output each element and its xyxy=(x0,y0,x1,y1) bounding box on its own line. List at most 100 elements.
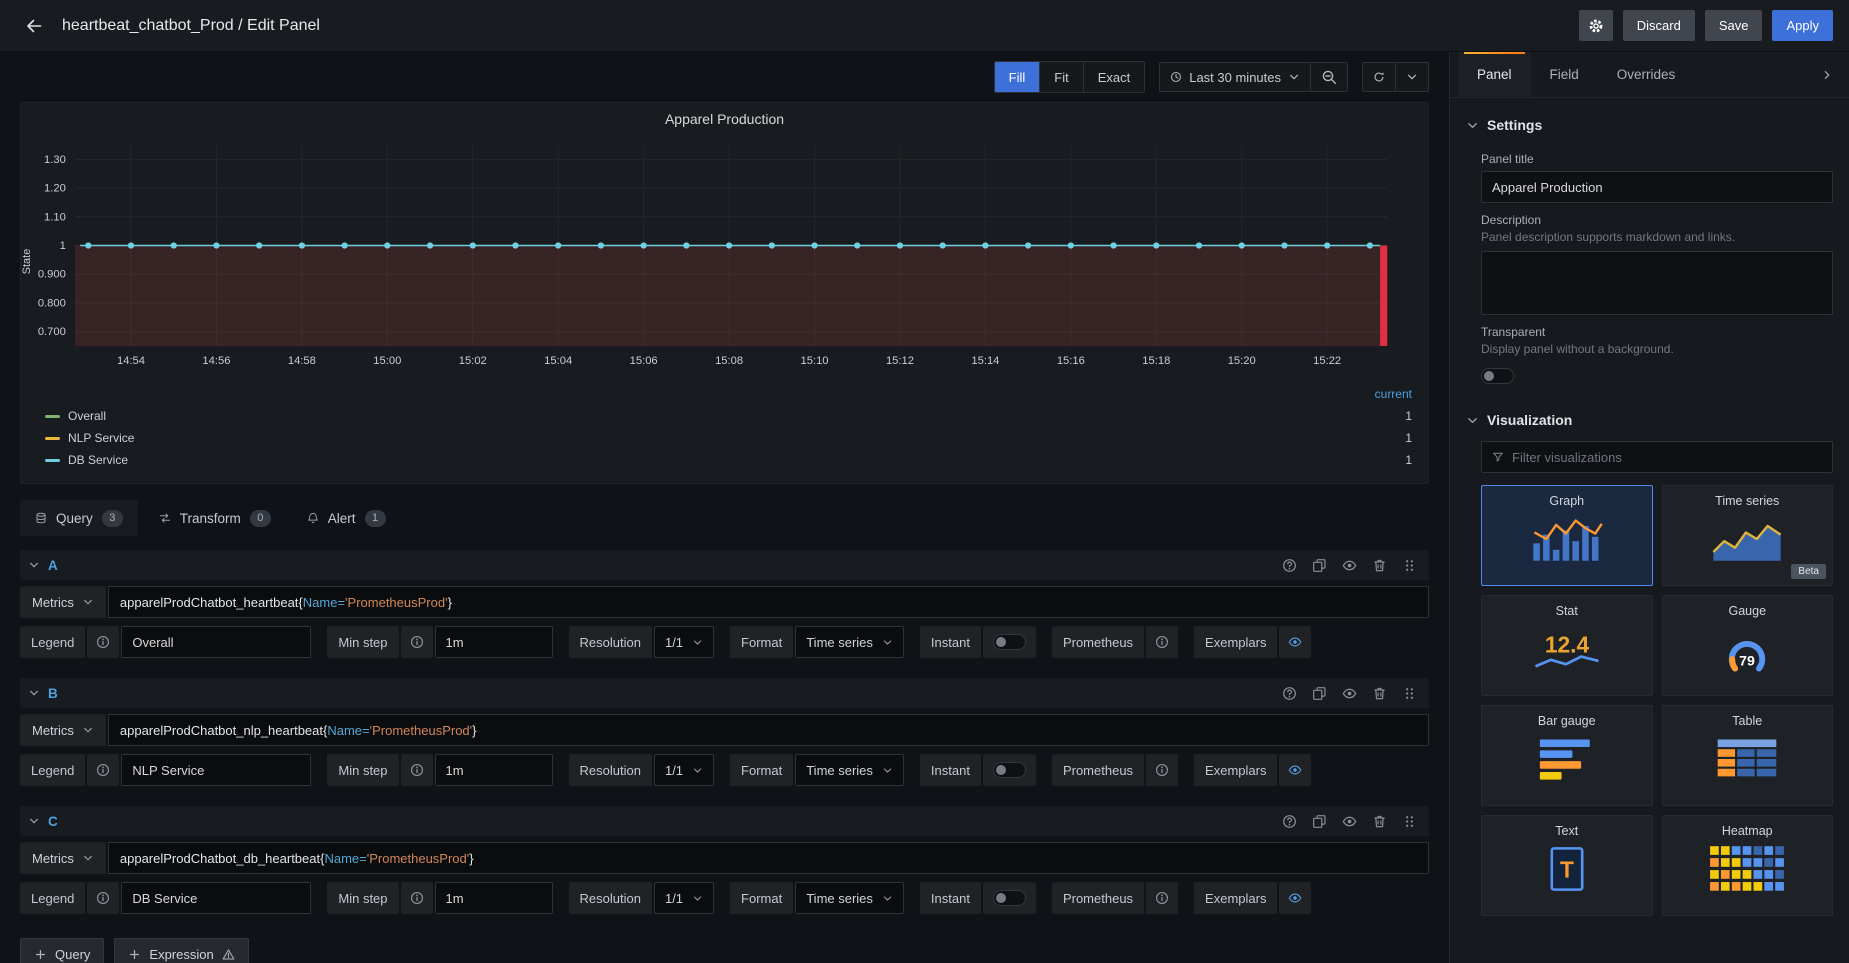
legend-current-header[interactable]: current xyxy=(45,385,1414,405)
collapse-pane-button[interactable] xyxy=(1813,61,1841,89)
query-header[interactable]: C xyxy=(20,806,1429,836)
viz-card-graph[interactable]: Graph xyxy=(1481,485,1653,586)
datasource-info[interactable] xyxy=(1146,754,1178,786)
datasource-info[interactable] xyxy=(1146,882,1178,914)
settings-section-header[interactable]: Settings xyxy=(1466,108,1833,142)
query-header[interactable]: B xyxy=(20,678,1429,708)
legend-item-nlp-service[interactable]: NLP Service 1 xyxy=(45,427,1414,449)
format-label: Format xyxy=(730,626,793,658)
instant-toggle[interactable] xyxy=(993,634,1026,650)
metrics-dropdown[interactable]: Metrics xyxy=(20,586,106,618)
description-textarea[interactable] xyxy=(1481,251,1833,315)
min-step-input[interactable] xyxy=(435,754,553,786)
delete-query-icon[interactable] xyxy=(1372,686,1387,701)
panel-title[interactable]: Apparel Production xyxy=(21,103,1428,135)
tab-transform[interactable]: Transform 0 xyxy=(144,500,286,536)
fit-button[interactable]: Fit xyxy=(1039,62,1082,92)
help-icon[interactable] xyxy=(1282,558,1297,573)
panel-settings-button[interactable] xyxy=(1579,10,1613,41)
fill-button[interactable]: Fill xyxy=(995,62,1040,92)
min-step-input[interactable] xyxy=(435,882,553,914)
legend-item-overall[interactable]: Overall 1 xyxy=(45,405,1414,427)
legend-input[interactable] xyxy=(121,882,311,914)
exact-button[interactable]: Exact xyxy=(1083,62,1145,92)
svg-text:15:22: 15:22 xyxy=(1313,355,1341,367)
refresh-button[interactable] xyxy=(1362,62,1396,92)
promql-input[interactable]: apparelProdChatbot_heartbeat{Name='Prome… xyxy=(108,586,1429,618)
viz-card-heatmap[interactable]: Heatmap xyxy=(1662,815,1834,916)
apply-button[interactable]: Apply xyxy=(1772,10,1833,41)
min-step-info[interactable] xyxy=(401,626,433,658)
zoom-out-button[interactable] xyxy=(1311,62,1348,92)
viz-card-gauge[interactable]: Gauge 79 xyxy=(1662,595,1834,696)
back-button[interactable] xyxy=(16,8,52,44)
timeseries-chart[interactable]: 1.301.201.1010.9000.8000.70014:5414:5614… xyxy=(21,135,1428,385)
format-select[interactable]: Time series xyxy=(795,754,904,786)
time-range-picker[interactable]: Last 30 minutes xyxy=(1159,62,1311,92)
exemplars-visibility-toggle[interactable] xyxy=(1279,882,1311,914)
discard-button[interactable]: Discard xyxy=(1623,10,1695,41)
instant-label: Instant xyxy=(920,626,981,658)
toggle-visibility-icon[interactable] xyxy=(1342,686,1357,701)
transform-icon xyxy=(159,512,171,524)
format-select[interactable]: Time series xyxy=(795,882,904,914)
viz-card-stat[interactable]: Stat 12.4 xyxy=(1481,595,1653,696)
refresh-interval-dropdown[interactable] xyxy=(1396,62,1429,92)
help-icon[interactable] xyxy=(1282,686,1297,701)
legend-input[interactable] xyxy=(121,626,311,658)
drag-handle-icon[interactable] xyxy=(1402,814,1417,829)
promql-input[interactable]: apparelProdChatbot_db_heartbeat{Name='Pr… xyxy=(108,842,1429,874)
transparent-toggle[interactable] xyxy=(1481,368,1514,384)
delete-query-icon[interactable] xyxy=(1372,814,1387,829)
instant-toggle[interactable] xyxy=(993,762,1026,778)
legend-item-db-service[interactable]: DB Service 1 xyxy=(45,449,1414,471)
settings-section: Settings Panel title Description Panel d… xyxy=(1466,108,1833,403)
add-query-button[interactable]: Query xyxy=(20,938,104,963)
viz-card-table[interactable]: Table xyxy=(1662,705,1834,806)
tab-overrides[interactable]: Overrides xyxy=(1598,52,1695,97)
viz-card-time-series[interactable]: Time series Beta xyxy=(1662,485,1834,586)
datasource-info[interactable] xyxy=(1146,626,1178,658)
filter-visualizations-input[interactable] xyxy=(1512,450,1822,465)
min-step-input[interactable] xyxy=(435,626,553,658)
svg-text:79: 79 xyxy=(1739,652,1755,668)
legend-info[interactable] xyxy=(87,626,119,658)
toggle-visibility-icon[interactable] xyxy=(1342,558,1357,573)
exemplars-visibility-toggle[interactable] xyxy=(1279,626,1311,658)
min-step-info[interactable] xyxy=(401,882,433,914)
resolution-select[interactable]: 1/1 xyxy=(654,882,714,914)
viz-card-bar-gauge[interactable]: Bar gauge xyxy=(1481,705,1653,806)
drag-handle-icon[interactable] xyxy=(1402,558,1417,573)
help-icon[interactable] xyxy=(1282,814,1297,829)
tab-panel[interactable]: Panel xyxy=(1458,52,1531,97)
duplicate-query-icon[interactable] xyxy=(1312,686,1327,701)
tab-query[interactable]: Query 3 xyxy=(20,500,138,536)
legend-info[interactable] xyxy=(87,754,119,786)
save-button[interactable]: Save xyxy=(1705,10,1763,41)
visualization-section-header[interactable]: Visualization xyxy=(1466,403,1833,437)
metrics-dropdown[interactable]: Metrics xyxy=(20,714,106,746)
tab-alert[interactable]: Alert 1 xyxy=(292,500,401,536)
resolution-select[interactable]: 1/1 xyxy=(654,754,714,786)
legend-input[interactable] xyxy=(121,754,311,786)
format-select[interactable]: Time series xyxy=(795,626,904,658)
toggle-visibility-icon[interactable] xyxy=(1342,814,1357,829)
duplicate-query-icon[interactable] xyxy=(1312,814,1327,829)
viz-card-text[interactable]: Text T xyxy=(1481,815,1653,916)
instant-toggle[interactable] xyxy=(993,890,1026,906)
duplicate-query-icon[interactable] xyxy=(1312,558,1327,573)
exemplars-visibility-toggle[interactable] xyxy=(1279,754,1311,786)
metrics-dropdown[interactable]: Metrics xyxy=(20,842,106,874)
resolution-select[interactable]: 1/1 xyxy=(654,626,714,658)
panel-title-input[interactable] xyxy=(1481,171,1833,203)
promql-input[interactable]: apparelProdChatbot_nlp_heartbeat{Name='P… xyxy=(108,714,1429,746)
svg-text:15:20: 15:20 xyxy=(1228,355,1256,367)
min-step-info[interactable] xyxy=(401,754,433,786)
legend-info[interactable] xyxy=(87,882,119,914)
delete-query-icon[interactable] xyxy=(1372,558,1387,573)
drag-handle-icon[interactable] xyxy=(1402,686,1417,701)
add-expression-button[interactable]: Expression xyxy=(114,938,248,963)
svg-text:0.800: 0.800 xyxy=(38,297,66,309)
query-header[interactable]: A xyxy=(20,550,1429,580)
tab-field[interactable]: Field xyxy=(1531,52,1598,97)
